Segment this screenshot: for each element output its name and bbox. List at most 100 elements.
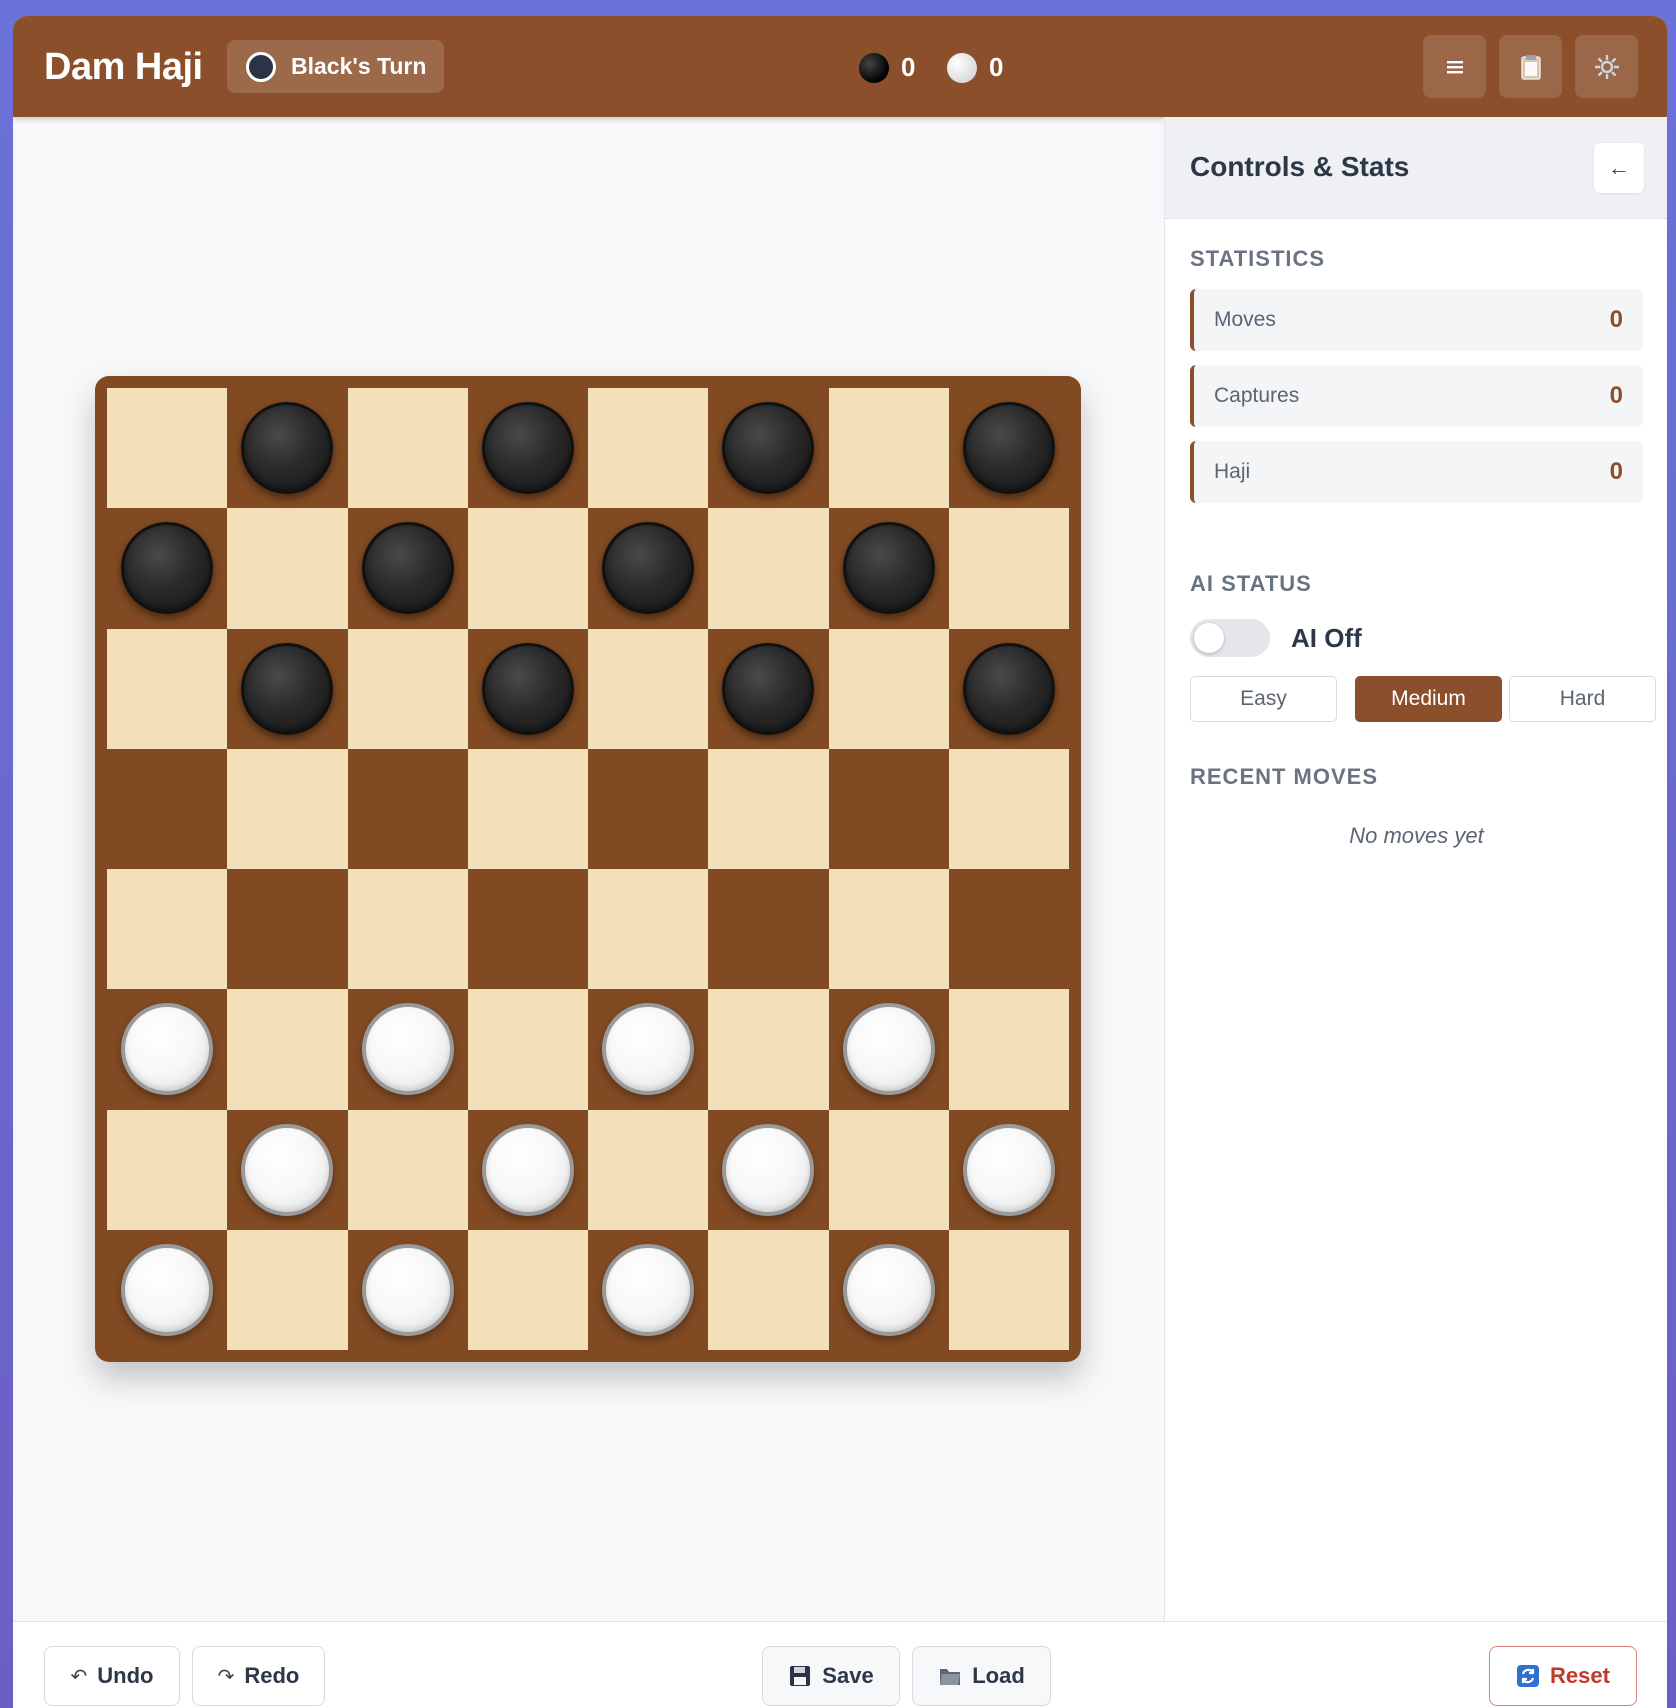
board-square[interactable] [227,388,348,509]
board-square[interactable] [588,748,709,869]
board-square[interactable] [828,1229,949,1350]
board-square[interactable] [948,989,1069,1110]
board-square[interactable] [227,1109,348,1230]
board-square[interactable] [948,388,1069,509]
black-piece[interactable] [481,402,574,494]
board-square[interactable] [467,1229,588,1350]
board-square[interactable] [948,869,1069,990]
black-piece[interactable] [602,522,694,615]
board-square[interactable] [948,1229,1069,1350]
black-piece[interactable] [962,642,1055,735]
board-square[interactable] [708,508,829,629]
board-square[interactable] [107,508,228,629]
white-piece[interactable] [361,1003,454,1096]
board-square[interactable] [588,508,709,629]
white-piece[interactable] [481,1123,574,1216]
board-square[interactable] [948,508,1069,629]
white-piece[interactable] [602,1003,694,1096]
board-square[interactable] [227,508,348,629]
board-square[interactable] [467,508,588,629]
white-piece[interactable] [722,1123,815,1216]
board-square[interactable] [347,1229,468,1350]
white-piece[interactable] [121,1243,213,1336]
board-square[interactable] [588,989,709,1110]
board-square[interactable] [107,1229,228,1350]
board-square[interactable] [828,628,949,749]
board-square[interactable] [107,869,228,990]
black-piece[interactable] [241,402,334,494]
board-square[interactable] [467,1109,588,1230]
board-square[interactable] [107,989,228,1110]
board-square[interactable] [467,388,588,509]
board-square[interactable] [227,748,348,869]
board-square[interactable] [227,989,348,1110]
board-square[interactable] [107,628,228,749]
board-square[interactable] [588,628,709,749]
board-square[interactable] [347,1109,468,1230]
board-square[interactable] [227,628,348,749]
black-piece[interactable] [722,642,815,735]
board-square[interactable] [107,748,228,869]
board-square[interactable] [467,869,588,990]
board-square[interactable] [828,869,949,990]
board-square[interactable] [347,869,468,990]
white-piece[interactable] [241,1123,334,1216]
board-square[interactable] [467,989,588,1110]
board-square[interactable] [467,748,588,869]
board-square[interactable] [107,1109,228,1230]
board-square[interactable] [347,989,468,1110]
black-piece[interactable] [481,642,574,735]
board-square[interactable] [828,388,949,509]
settings-button[interactable] [1575,35,1638,98]
difficulty-easy-button[interactable]: Easy [1190,676,1337,722]
board-square[interactable] [347,628,468,749]
redo-button[interactable]: ↷ Redo [192,1646,325,1706]
board-square[interactable] [948,1109,1069,1230]
menu-button[interactable] [1423,35,1486,98]
board-square[interactable] [227,869,348,990]
black-piece[interactable] [121,522,213,615]
board-square[interactable] [708,1229,829,1350]
load-button[interactable]: Load [912,1646,1051,1706]
board-square[interactable] [588,869,709,990]
board-square[interactable] [948,748,1069,869]
black-piece[interactable] [962,402,1055,494]
white-piece[interactable] [361,1243,454,1336]
ai-toggle[interactable] [1190,619,1270,657]
clipboard-button[interactable] [1499,35,1562,98]
board-square[interactable] [467,628,588,749]
board-square[interactable] [828,1109,949,1230]
save-button[interactable]: Save [762,1646,900,1706]
undo-button[interactable]: ↶ Undo [44,1646,180,1706]
board-square[interactable] [347,388,468,509]
black-piece[interactable] [842,522,935,615]
white-piece[interactable] [842,1003,935,1096]
board-square[interactable] [708,388,829,509]
board-square[interactable] [588,1229,709,1350]
black-piece[interactable] [722,402,815,494]
white-piece[interactable] [842,1243,935,1336]
collapse-sidebar-button[interactable]: ← [1594,143,1644,193]
board-square[interactable] [708,628,829,749]
black-piece[interactable] [241,642,334,735]
black-piece[interactable] [361,522,454,615]
board-square[interactable] [828,508,949,629]
board-square[interactable] [828,989,949,1110]
board-square[interactable] [347,508,468,629]
reset-button[interactable]: Reset [1489,1646,1637,1706]
board-square[interactable] [708,748,829,869]
board-square[interactable] [708,989,829,1110]
board-square[interactable] [948,628,1069,749]
white-piece[interactable] [962,1123,1055,1216]
board-square[interactable] [828,748,949,869]
difficulty-medium-button[interactable]: Medium [1355,676,1502,722]
board-square[interactable] [708,869,829,990]
board-square[interactable] [107,388,228,509]
white-piece[interactable] [121,1003,213,1096]
board-square[interactable] [347,748,468,869]
board-square[interactable] [708,1109,829,1230]
board-square[interactable] [227,1229,348,1350]
board-square[interactable] [588,388,709,509]
white-piece[interactable] [602,1243,694,1336]
difficulty-hard-button[interactable]: Hard [1509,676,1656,722]
